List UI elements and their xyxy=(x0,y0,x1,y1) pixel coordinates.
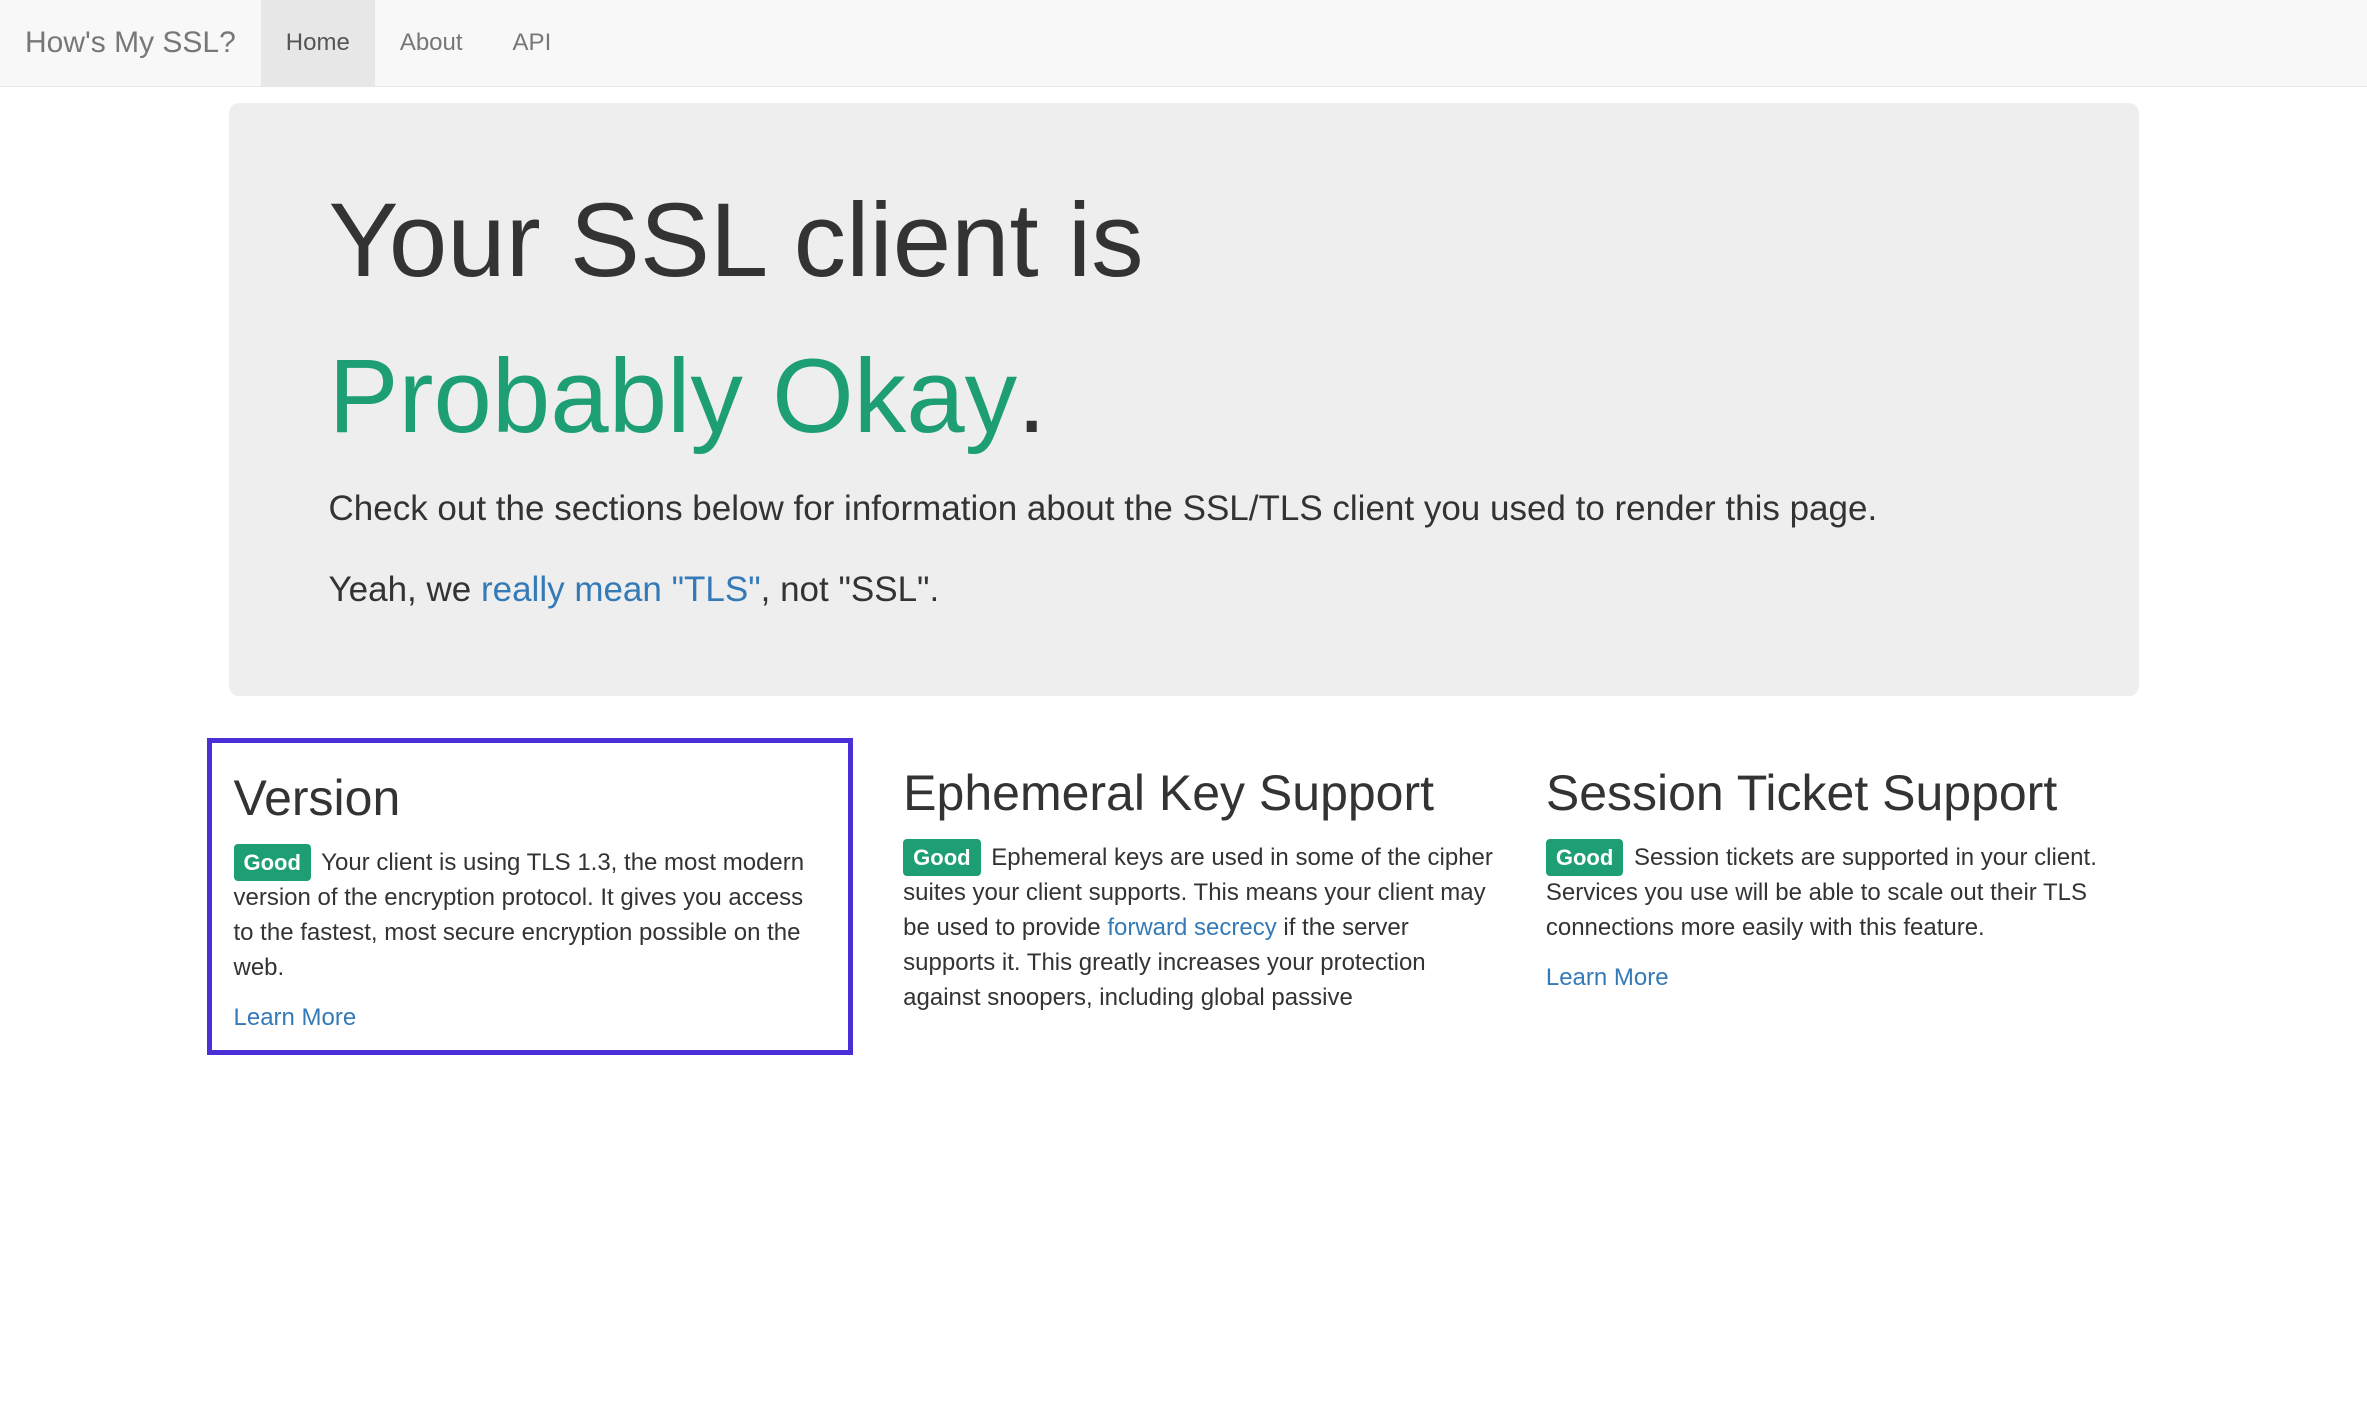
headline-prefix: Your SSL client is xyxy=(329,182,1144,299)
section-version-title: Version xyxy=(234,771,827,826)
section-version-text: Your client is using TLS 1.3, the most m… xyxy=(234,849,805,981)
section-version-body: Good Your client is using TLS 1.3, the m… xyxy=(234,844,827,986)
tls-link[interactable]: really mean "TLS" xyxy=(481,570,761,609)
badge-good: Good xyxy=(234,844,311,882)
jumbo-tls-pre: Yeah, we xyxy=(329,570,481,609)
jumbo-tls-note: Yeah, we really mean "TLS", not "SSL". xyxy=(329,565,2039,616)
section-ticket-title: Session Ticket Support xyxy=(1546,766,2139,821)
navbar: How's My SSL? Home About API xyxy=(0,0,2367,87)
section-version: Version Good Your client is using TLS 1.… xyxy=(207,738,854,1055)
badge-good: Good xyxy=(1546,839,1623,877)
jumbo-lead: Check out the sections below for informa… xyxy=(329,484,2039,535)
sections-row: Version Good Your client is using TLS 1.… xyxy=(229,746,2139,1055)
jumbotron: Your SSL client is Probably Okay. Check … xyxy=(229,103,2139,696)
learn-more-version[interactable]: Learn More xyxy=(234,1004,357,1031)
nav-list: Home About API xyxy=(261,0,576,86)
nav-home[interactable]: Home xyxy=(261,0,375,86)
nav-api[interactable]: API xyxy=(488,0,577,86)
brand-link[interactable]: How's My SSL? xyxy=(0,0,261,86)
section-ephemeral-body: Good Ephemeral keys are used in some of … xyxy=(903,839,1496,1016)
section-ticket-text: Session tickets are supported in your cl… xyxy=(1546,844,2097,942)
section-ephemeral: Ephemeral Key Support Good Ephemeral key… xyxy=(903,746,1496,1055)
main-container: Your SSL client is Probably Okay. Check … xyxy=(204,103,2164,1055)
forward-secrecy-link[interactable]: forward secrecy xyxy=(1107,914,1276,941)
jumbo-tls-post: , not "SSL". xyxy=(761,570,940,609)
headline-status: Probably Okay xyxy=(329,339,1018,455)
badge-good: Good xyxy=(903,839,980,877)
section-ticket-body: Good Session tickets are supported in yo… xyxy=(1546,839,2139,946)
learn-more-ticket[interactable]: Learn More xyxy=(1546,964,1669,991)
section-ticket: Session Ticket Support Good Session tick… xyxy=(1546,746,2139,1055)
headline: Your SSL client is Probably Okay. xyxy=(329,183,2039,454)
headline-suffix: . xyxy=(1017,338,1046,455)
section-ephemeral-title: Ephemeral Key Support xyxy=(903,766,1496,821)
nav-about[interactable]: About xyxy=(375,0,488,86)
